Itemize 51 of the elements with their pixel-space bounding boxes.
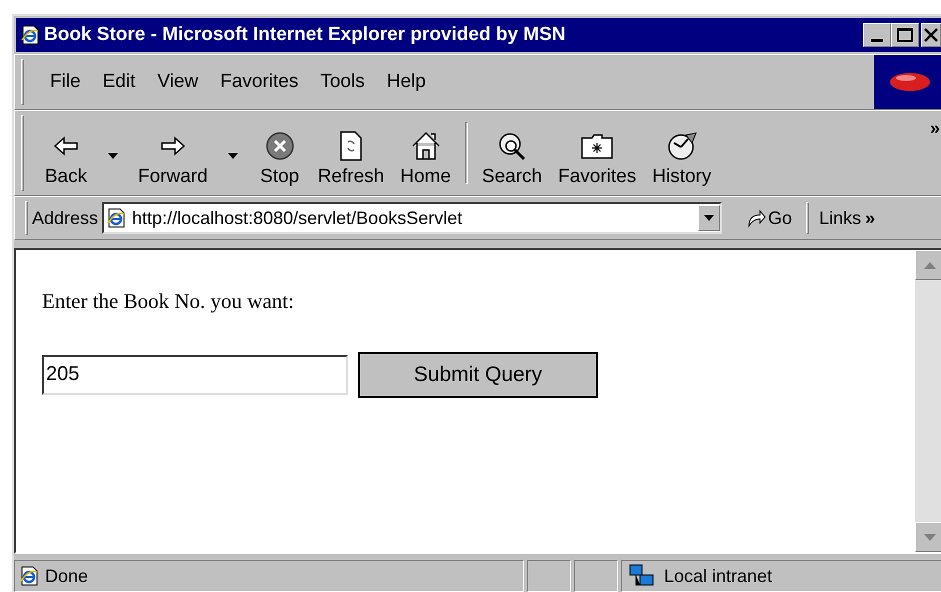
menu-item[interactable]: Edit xyxy=(96,68,142,96)
links-button[interactable]: Links xyxy=(813,204,862,232)
toolbar-button[interactable]: History xyxy=(644,118,720,188)
toolbar-button[interactable]: Forward xyxy=(130,118,250,188)
security-zone: Local intranet xyxy=(621,560,941,592)
dropdown-caret-icon[interactable] xyxy=(108,153,118,159)
curved-arrow-icon xyxy=(746,208,766,228)
butterfly-logo-icon xyxy=(888,71,932,93)
menu-item[interactable]: Favorites xyxy=(214,68,304,96)
menu-item[interactable]: Tools xyxy=(314,68,371,96)
address-field[interactable]: http://localhost:8080/servlet/BooksServlet xyxy=(102,202,722,234)
folder-star-icon xyxy=(580,132,614,160)
toolbar-button[interactable]: Search xyxy=(474,118,550,188)
refresh-page-icon xyxy=(338,130,363,162)
status-pane xyxy=(574,560,618,592)
up-arrow-icon xyxy=(924,262,936,268)
caret-icon xyxy=(704,215,714,221)
toolbar-button[interactable]: Stop xyxy=(250,118,310,188)
menu-item[interactable]: View xyxy=(151,68,204,96)
house-icon xyxy=(410,131,441,161)
toolbar-button[interactable]: Back xyxy=(36,118,130,188)
left-arrow-icon xyxy=(53,136,79,156)
close-button[interactable] xyxy=(921,23,941,47)
browser-icon xyxy=(20,25,40,45)
toolbar-button[interactable]: Refresh xyxy=(310,118,392,188)
toolbar-button[interactable]: Favorites xyxy=(550,118,644,188)
search-icon xyxy=(497,131,527,161)
go-button[interactable]: Go xyxy=(736,204,802,232)
prompt-text: Enter the Book No. you want: xyxy=(42,288,295,315)
minimize-button[interactable] xyxy=(863,23,891,47)
dropdown-button[interactable] xyxy=(698,205,720,231)
menu-item[interactable]: Help xyxy=(380,68,432,96)
status-text: Done xyxy=(14,560,524,592)
clock-icon xyxy=(666,131,698,161)
more-chevron[interactable]: » xyxy=(930,115,941,142)
dropdown-caret-icon[interactable] xyxy=(228,153,238,159)
right-arrow-icon xyxy=(160,136,186,156)
vertical-scrollbar[interactable] xyxy=(915,250,941,552)
address-label: Address xyxy=(32,206,98,230)
stop-icon xyxy=(264,131,295,161)
window-title: Book Store - Microsoft Internet Explorer provided by MSN xyxy=(44,22,567,47)
page-icon xyxy=(19,566,39,586)
down-arrow-icon xyxy=(924,534,936,540)
more-chevron[interactable]: » xyxy=(865,204,876,232)
maximize-button[interactable] xyxy=(891,23,919,47)
page-icon xyxy=(106,208,126,228)
submit-button[interactable]: Submit Query xyxy=(358,352,598,398)
status-pane xyxy=(527,560,571,592)
toolbar-button[interactable]: Home xyxy=(392,118,459,188)
menu-item[interactable]: File xyxy=(44,68,87,96)
book-number-field[interactable]: 205 xyxy=(42,354,348,394)
